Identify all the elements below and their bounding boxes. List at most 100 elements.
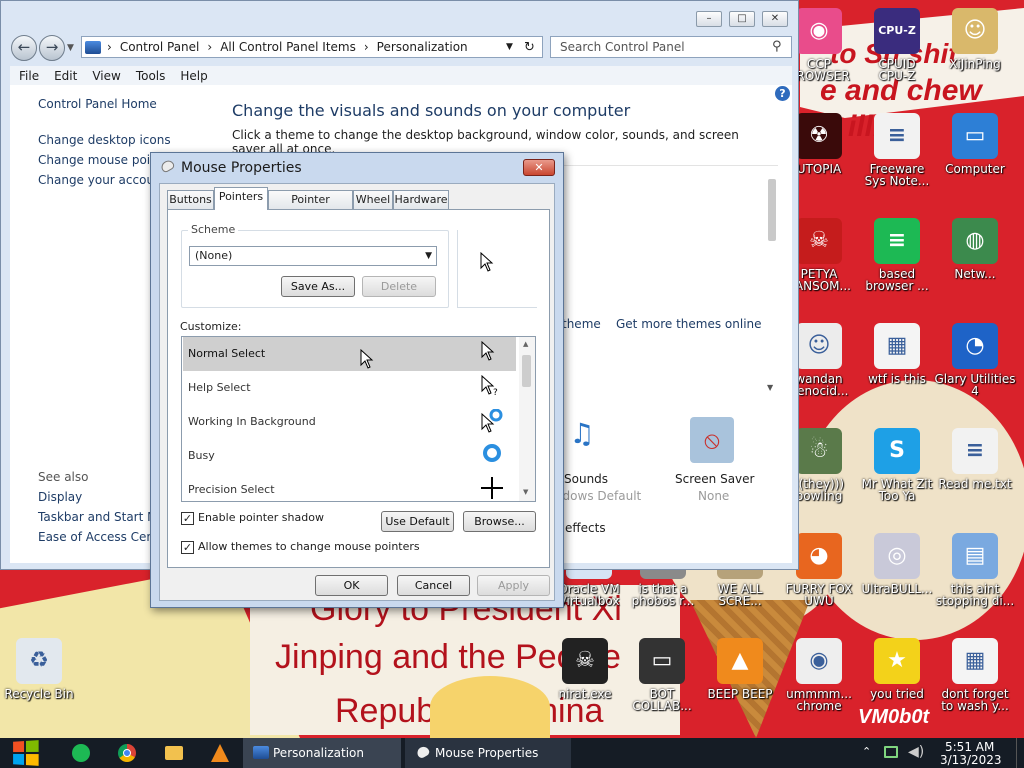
mouse-properties-dialog: Mouse Properties ✕ Buttons Pointers Poin…	[150, 152, 564, 608]
clock-time[interactable]: 5:51 AM	[945, 740, 994, 754]
start-button[interactable]	[9, 740, 41, 766]
task-personalization[interactable]: Personalization	[243, 738, 401, 768]
skull-icon: ☠	[562, 638, 608, 684]
desktop-icon[interactable]: ☺ XiJinPing	[929, 8, 1021, 70]
menu-tools[interactable]: Tools	[136, 69, 166, 83]
tab-buttons[interactable]: Buttons	[167, 190, 214, 209]
screen-saver-value: None	[698, 489, 730, 503]
enable-shadow-label[interactable]: Enable pointer shadow	[198, 511, 324, 524]
use-default-button[interactable]: Use Default	[381, 511, 454, 532]
list-scrollbar[interactable]: ▲ ▼	[519, 337, 535, 501]
menu-edit[interactable]: Edit	[54, 69, 77, 83]
task-mouse-properties[interactable]: Mouse Properties	[405, 738, 571, 768]
volume-icon[interactable]: ◀)	[908, 744, 924, 760]
theme-scrollbar[interactable]: ▼	[766, 171, 778, 397]
link-control-panel-home[interactable]: Control Panel Home	[38, 97, 157, 111]
dialog-close-button[interactable]: ✕	[523, 159, 555, 176]
network-icon[interactable]	[884, 746, 898, 758]
get-more-themes-link[interactable]: Get more themes online	[616, 317, 762, 331]
skype-icon: S	[874, 428, 920, 474]
enable-shadow-checkbox[interactable]: ✓	[181, 512, 194, 525]
address-dropdown-icon[interactable]: ▼	[506, 42, 513, 52]
sounds-label[interactable]: Sounds	[564, 472, 608, 486]
menu-view[interactable]: View	[92, 69, 120, 83]
save-theme-link[interactable]: theme	[562, 317, 601, 331]
search-input[interactable]: Search Control Panel	[550, 36, 792, 58]
save-as-button[interactable]: Save As...	[281, 276, 355, 297]
windows-logo-icon	[13, 740, 39, 766]
pinned-folder-icon[interactable]	[165, 746, 183, 760]
help-icon[interactable]: ?	[775, 86, 790, 101]
sounds-icon[interactable]: ♫	[560, 417, 604, 463]
tab-wheel[interactable]: Wheel	[353, 190, 393, 209]
ok-button[interactable]: OK	[315, 575, 388, 596]
maximize-button[interactable]: □	[729, 11, 755, 27]
pointer-list-item[interactable]: Precision Select	[183, 473, 516, 501]
show-desktop-button[interactable]	[1016, 738, 1024, 768]
preview-arrow-cursor-icon	[480, 252, 494, 272]
minimize-button[interactable]: –	[696, 11, 722, 27]
screen-saver-icon[interactable]: ⦸	[690, 417, 734, 463]
pointer-list[interactable]: Normal Select Help Select? Working In Back…	[181, 336, 536, 502]
allow-themes-checkbox[interactable]: ✓	[181, 541, 194, 554]
desktop-icon[interactable]: ≡ Read me.txt	[929, 428, 1021, 490]
breadcrumb-item[interactable]: Control Panel	[120, 40, 200, 54]
desktop-effects-link[interactable]: effects	[565, 521, 606, 535]
pointer-name: Busy	[188, 449, 215, 462]
pointer-list-item[interactable]: Busy	[183, 439, 516, 473]
delete-button[interactable]: Delete	[362, 276, 436, 297]
desktop-icon[interactable]: ▦ dont forget to wash y...	[929, 638, 1021, 712]
desktop-icon[interactable]: ◍ Netw...	[929, 218, 1021, 280]
tab-pointer-options[interactable]: Pointer Options	[268, 190, 353, 223]
disc-icon: ◎	[874, 533, 920, 579]
cancel-button[interactable]: Cancel	[397, 575, 470, 596]
network-icon: ◍	[952, 218, 998, 264]
breadcrumb-item[interactable]: All Control Panel Items	[220, 40, 356, 54]
browse-button[interactable]: Browse...	[463, 511, 536, 532]
link-change-desktop-icons[interactable]: Change desktop icons	[38, 133, 171, 147]
desktop-icon[interactable]: ♻ Recycle Bin	[0, 638, 85, 700]
desktop-icon[interactable]: ▤ this aint stopping di...	[929, 533, 1021, 607]
close-button[interactable]: ✕	[762, 11, 788, 27]
desktop-icon-label: dont forget to wash y...	[941, 687, 1009, 713]
pointer-preview	[457, 230, 537, 308]
apply-button[interactable]: Apply	[477, 575, 550, 596]
link-display[interactable]: Display	[38, 490, 82, 504]
pointer-list-item[interactable]: Normal Select	[183, 337, 516, 371]
menu-file[interactable]: File	[19, 69, 39, 83]
folder-person-icon: ☺	[952, 8, 998, 54]
breadcrumb-item[interactable]: Personalization	[377, 40, 468, 54]
refresh-icon[interactable]: ↻	[524, 40, 535, 55]
installer-icon: ▤	[952, 533, 998, 579]
back-button[interactable]: ←	[11, 35, 37, 61]
customize-label: Customize:	[180, 320, 242, 333]
pointer-name: Normal Select	[188, 347, 266, 360]
tab-hardware[interactable]: Hardware	[393, 190, 449, 209]
clock-date[interactable]: 3/13/2023	[940, 753, 1002, 767]
pinned-vlc-icon[interactable]	[211, 744, 229, 762]
pointer-list-item[interactable]: Working In Background	[183, 405, 516, 439]
control-panel-icon	[85, 40, 101, 54]
taskbar: Personalization Mouse Properties ⌃ ◀) 5:…	[0, 738, 1024, 768]
chevron-down-icon: ▼	[425, 251, 432, 261]
menu-help[interactable]: Help	[180, 69, 207, 83]
desktop-icon[interactable]: ◔ Glary Utilities 4	[929, 323, 1021, 397]
screen-saver-label[interactable]: Screen Saver	[675, 472, 754, 486]
history-dropdown-icon[interactable]: ▼	[67, 43, 74, 53]
tab-pointers[interactable]: Pointers	[214, 187, 268, 210]
forward-button[interactable]: →	[39, 35, 65, 61]
see-also-heading: See also	[38, 470, 89, 484]
scrollbar-thumb[interactable]	[522, 355, 531, 387]
pinned-chrome-icon[interactable]	[118, 744, 136, 762]
desktop-icon[interactable]: ▭ Computer	[929, 113, 1021, 175]
address-bar[interactable]: › Control Panel › All Control Panel Item…	[81, 36, 543, 58]
allow-themes-label[interactable]: Allow themes to change mouse pointers	[198, 540, 420, 553]
pointer-list-item[interactable]: Help Select?	[183, 371, 516, 405]
arrow-cursor-icon	[481, 341, 495, 361]
tray-chevron-icon[interactable]: ⌃	[862, 745, 871, 758]
pinned-chat-icon[interactable]	[72, 744, 90, 762]
page-subheading: Click a theme to change the desktop back…	[232, 128, 739, 152]
scheme-select[interactable]: (None) ▼	[189, 246, 437, 266]
search-icon[interactable]: ⚲	[772, 39, 782, 54]
desktop-icon-label: Read me.txt	[938, 477, 1012, 491]
